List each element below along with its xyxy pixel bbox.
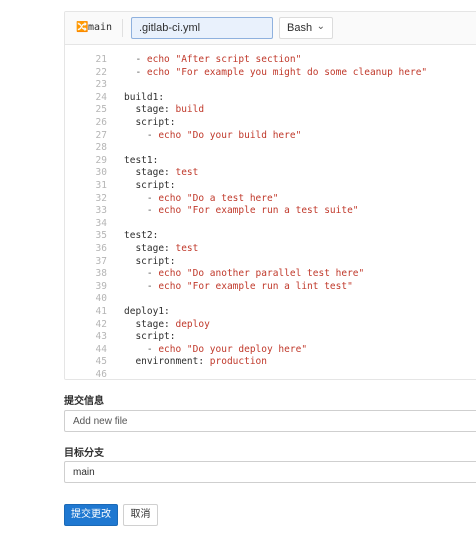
line-number: 35	[95, 230, 107, 242]
line-text: deploy1:	[124, 306, 170, 317]
code-area[interactable]: 21 - echo "After script section" 22 - ech…	[65, 45, 476, 379]
branch-icon: 🔀	[76, 22, 89, 33]
line-text: - echo "Do your deploy here"	[124, 343, 308, 355]
line-number: 37	[95, 255, 107, 267]
code-editor: 🔀main .gitlab-ci.yml Bash ⌄ 21 - echo "A…	[64, 11, 476, 380]
line-text: test1:	[124, 154, 159, 166]
line-number: 30	[95, 167, 107, 179]
code-line: 42 stage: deploy	[65, 319, 476, 331]
code-line: 24 build1:	[65, 92, 476, 104]
line-text: - echo "After script section"	[124, 54, 302, 65]
line-number: 27	[95, 129, 107, 141]
line-number: 28	[95, 142, 107, 154]
line-number: 34	[95, 217, 107, 229]
line-text: script:	[124, 255, 176, 267]
line-number: 23	[95, 79, 107, 91]
code-line: 44 - echo "Do your deploy here"	[65, 344, 476, 356]
line-number: 25	[95, 104, 107, 116]
line-text: - echo "For example run a lint test"	[124, 280, 353, 292]
editor-toolbar: 🔀main .gitlab-ci.yml Bash ⌄	[65, 12, 476, 45]
code-line: 31 script:	[65, 180, 476, 192]
code-line: 38 - echo "Do another parallel test here…	[65, 268, 476, 280]
chevron-down-icon: ⌄	[316, 21, 325, 32]
line-number: 39	[95, 280, 107, 292]
line-number: 46	[95, 369, 107, 380]
target-branch-label: 目标分支	[64, 448, 104, 459]
line-number: 32	[95, 192, 107, 204]
line-text: stage: deploy	[124, 318, 210, 330]
toolbar-divider	[122, 19, 123, 37]
line-number: 43	[95, 331, 107, 343]
line-number: 33	[95, 205, 107, 217]
language-select[interactable]: Bash ⌄	[279, 17, 333, 39]
line-number: 29	[95, 154, 107, 166]
line-text: script:	[124, 117, 176, 128]
code-line: 29 test1:	[65, 155, 476, 167]
filename-input[interactable]: .gitlab-ci.yml	[131, 17, 273, 39]
line-text: script:	[124, 180, 176, 191]
code-line: 39 - echo "For example run a lint test"	[65, 281, 476, 293]
code-line: 26 script:	[65, 117, 476, 129]
code-line: 33 - echo "For example run a test suite"	[65, 205, 476, 217]
line-number: 21	[95, 54, 107, 65]
line-number: 31	[95, 180, 107, 191]
line-text: stage: test	[124, 243, 199, 254]
code-line: 36 stage: test	[65, 243, 476, 255]
line-number: 40	[95, 293, 107, 305]
code-line: 28	[65, 142, 476, 154]
code-line: 27 - echo "Do your build here"	[65, 130, 476, 142]
line-text: stage: build	[124, 104, 205, 116]
line-text: test2:	[124, 230, 159, 242]
code-line: 22 - echo "For example you might do some…	[65, 67, 476, 79]
line-number: 26	[95, 117, 107, 128]
commit-message-input[interactable]: Add new file	[64, 410, 476, 432]
code-line: 30 stage: test	[65, 167, 476, 179]
line-number: 36	[95, 243, 107, 254]
code-line: 45 environment: production	[65, 356, 476, 368]
line-number: 38	[95, 268, 107, 280]
line-number: 44	[95, 343, 107, 355]
line-text: - echo "Do your build here"	[124, 129, 302, 141]
branch-indicator: 🔀main	[76, 22, 112, 33]
cancel-button[interactable]: 取消	[123, 504, 158, 526]
line-text: - echo "For example run a test suite"	[124, 205, 359, 217]
line-number: 41	[95, 306, 107, 317]
line-text: - echo "Do a test here"	[124, 192, 279, 204]
line-number: 22	[95, 66, 107, 78]
code-line: 32 - echo "Do a test here"	[65, 193, 476, 205]
line-text: build1:	[124, 91, 165, 103]
line-number: 45	[95, 356, 107, 368]
line-text: - echo "Do another parallel test here"	[124, 268, 365, 280]
line-text: environment: production	[124, 356, 267, 368]
code-line: 23	[65, 79, 476, 91]
line-text: script:	[124, 331, 176, 343]
language-label: Bash	[287, 22, 313, 34]
line-text: stage: test	[124, 167, 199, 179]
code-line: 37 script:	[65, 256, 476, 268]
commit-changes-button[interactable]: 提交更改	[64, 504, 118, 526]
code-line: 21 - echo "After script section"	[65, 54, 476, 66]
line-text: - echo "For example you might do some cl…	[124, 66, 428, 78]
code-line: 34	[65, 218, 476, 230]
code-line: 40	[65, 293, 476, 305]
code-line: 43 script:	[65, 331, 476, 343]
code-line: 35 test2:	[65, 230, 476, 242]
branch-name: main	[88, 22, 113, 33]
line-number: 24	[95, 91, 107, 103]
line-number: 42	[95, 318, 107, 330]
code-line: 46	[65, 369, 476, 380]
commit-message-label: 提交信息	[64, 396, 104, 407]
target-branch-input[interactable]: main	[64, 461, 476, 483]
code-line: 25 stage: build	[65, 104, 476, 116]
code-line: 41 deploy1:	[65, 306, 476, 318]
